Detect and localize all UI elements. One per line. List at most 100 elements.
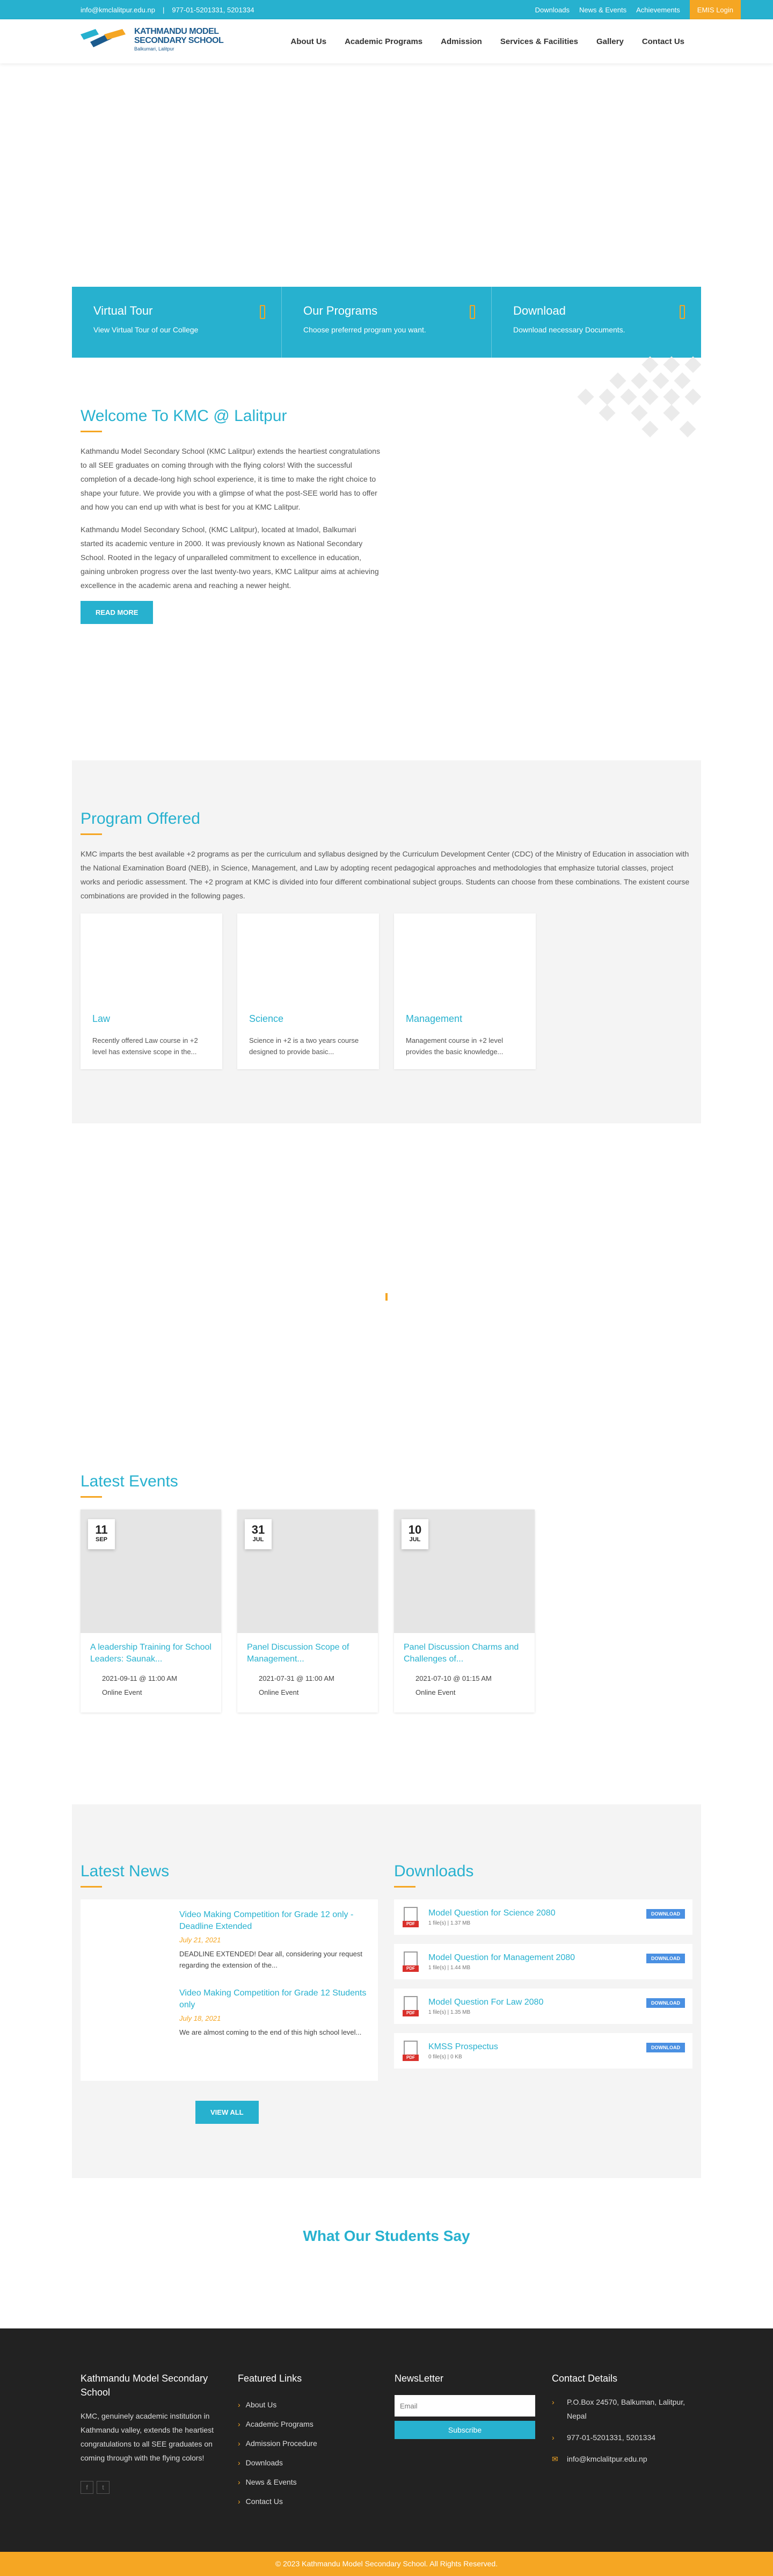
download-item: PDF Model Question for Management 2080 1… [394, 1944, 692, 1979]
feature-download[interactable]: Download Download necessary Documents. [492, 287, 701, 358]
programs-icon [470, 305, 475, 319]
programs-section: Program Offered KMC imparts the best ava… [72, 760, 701, 1123]
feature-text: Download necessary Documents. [513, 325, 625, 334]
welcome-section: Welcome To KMC @ Lalitpur Kathmandu Mode… [81, 407, 381, 624]
news-item[interactable]: Video Making Competition for Grade 12 St… [81, 1987, 378, 2066]
title-underline [394, 1886, 415, 1888]
pdf-icon: PDF [403, 1907, 419, 1927]
news-item-text: We are almost coming to the end of this … [179, 2028, 362, 2036]
event-image: 31 JUL [237, 1510, 378, 1633]
nav-admission[interactable]: Admission [441, 37, 482, 46]
download-button[interactable]: DOWNLOAD [646, 1954, 685, 1963]
event-card[interactable]: 10 JUL Panel Discussion Charms and Chall… [394, 1510, 535, 1713]
download-button[interactable]: DOWNLOAD [646, 2043, 685, 2052]
twitter-icon[interactable]: t [97, 2481, 110, 2494]
program-card-law[interactable]: Law Recently offered Law course in +2 le… [81, 913, 222, 1069]
event-location: Online Event [415, 1688, 456, 1696]
download-meta: 1 file(s) | 1.44 MB [428, 1964, 471, 1971]
phone-text[interactable]: 977-01-5201331, 5201334 [567, 2430, 655, 2444]
subscribe-button[interactable]: Subscribe [395, 2421, 535, 2439]
footer-link-contact-us[interactable]: Contact Us [238, 2492, 372, 2511]
top-phone[interactable]: 977-01-5201331, 5201334 [172, 6, 254, 14]
download-item: PDF KMSS Prospectus 0 file(s) | 0 KB DOW… [394, 2033, 692, 2069]
event-location: Online Event [102, 1688, 142, 1696]
news-item-title[interactable]: Video Making Competition for Grade 12 on… [179, 1909, 368, 1933]
news-downloads-section: Latest News Video Making Competition for… [72, 1804, 701, 2178]
footer-link-about-us[interactable]: About Us [238, 2395, 372, 2414]
footer-link-academic-programs[interactable]: Academic Programs [238, 2414, 372, 2434]
decorative-pattern [483, 353, 702, 439]
event-card[interactable]: 31 JUL Panel Discussion Scope of Managem… [237, 1510, 378, 1713]
phone-icon: › [552, 2433, 555, 2442]
nav-about-us[interactable]: About Us [290, 37, 326, 46]
email-text[interactable]: info@kmclalitpur.edu.np [567, 2452, 647, 2466]
nav-contact-us[interactable]: Contact Us [642, 37, 684, 46]
nav-services-facilities[interactable]: Services & Facilities [500, 37, 578, 46]
program-card-management[interactable]: Management Management course in +2 level… [394, 913, 536, 1069]
download-button[interactable]: DOWNLOAD [646, 1998, 685, 2008]
top-link-news-events[interactable]: News & Events [579, 6, 626, 14]
top-link-achievements[interactable]: Achievements [636, 6, 680, 14]
mail-icon: ✉ [552, 2455, 558, 2463]
contact-email: ✉ info@kmclalitpur.edu.np [552, 2452, 686, 2466]
top-link-downloads[interactable]: Downloads [535, 6, 570, 14]
download-title[interactable]: Model Question for Science 2080 [428, 1909, 556, 1918]
news-item-title[interactable]: Video Making Competition for Grade 12 St… [179, 1987, 368, 2011]
events-section: Latest Events 11 SEP A leadership Traini… [81, 1472, 535, 1713]
event-title[interactable]: Panel Discussion Scope of Management... [247, 1642, 368, 1665]
feature-our-programs[interactable]: Our Programs Choose preferred program yo… [282, 287, 492, 358]
event-card[interactable]: 11 SEP A leadership Training for School … [81, 1510, 221, 1713]
nav-academic-programs[interactable]: Academic Programs [345, 37, 422, 46]
event-month: JUL [409, 1536, 421, 1543]
program-title: Management [406, 1013, 463, 1024]
news-item-date: July 21, 2021 [179, 1936, 221, 1944]
site-footer: Kathmandu Model Secondary School KMC, ge… [0, 2328, 773, 2552]
footer-links: Featured Links About Us Academic Program… [238, 2371, 372, 2511]
event-day: 11 [95, 1523, 108, 1536]
contact-address: › P.O.Box 24570, Balkuman, Lalitpur, Nepa… [552, 2395, 686, 2423]
read-more-button[interactable]: READ MORE [81, 601, 154, 624]
welcome-paragraph-1: Kathmandu Model Secondary School (KMC La… [81, 447, 380, 511]
footer-contact: Contact Details › P.O.Box 24570, Balkuman… [552, 2371, 686, 2473]
feature-title: Virtual Tour [93, 304, 153, 317]
download-title[interactable]: Model Question for Management 2080 [428, 1953, 575, 1963]
logo-mark-icon [81, 27, 130, 52]
footer-newsletter: NewsLetter Subscribe [395, 2371, 535, 2439]
event-month: JUL [252, 1536, 264, 1543]
download-title[interactable]: KMSS Prospectus [428, 2042, 498, 2052]
event-datetime: 2021-07-31 @ 11:00 AM [259, 1674, 334, 1682]
latest-news: Latest News Video Making Competition for… [81, 1862, 378, 2081]
footer-link-admission-procedure[interactable]: Admission Procedure [238, 2434, 372, 2453]
top-email[interactable]: info@kmclalitpur.edu.np [81, 6, 155, 14]
facebook-icon[interactable]: f [81, 2481, 93, 2494]
download-icon [680, 305, 685, 319]
testimonials-title: What Our Students Say [303, 2227, 470, 2244]
top-links: Downloads News & Events Achievements EMI… [535, 0, 741, 19]
view-all-button[interactable]: VIEW ALL [195, 2101, 259, 2124]
feature-virtual-tour[interactable]: Virtual Tour View Virtual Tour of our Co… [72, 287, 282, 358]
emis-login-button[interactable]: EMIS Login [689, 0, 741, 19]
footer-link-news-events[interactable]: News & Events [238, 2472, 372, 2492]
title-underline [81, 833, 102, 835]
event-month: SEP [95, 1536, 107, 1543]
feature-text: Choose preferred program you want. [303, 325, 426, 334]
news-item[interactable]: Video Making Competition for Grade 12 on… [81, 1909, 378, 1987]
title-underline [81, 1496, 102, 1498]
download-button[interactable]: DOWNLOAD [646, 1909, 685, 1919]
download-title[interactable]: Model Question For Law 2080 [428, 1998, 543, 2007]
event-location: Online Event [259, 1688, 299, 1696]
newsletter-email-input[interactable] [395, 2395, 535, 2417]
program-card-science[interactable]: Science Science in +2 is a two years cou… [237, 913, 379, 1069]
footer-link-downloads[interactable]: Downloads [238, 2453, 372, 2472]
event-title[interactable]: A leadership Training for School Leaders… [90, 1642, 212, 1665]
download-meta: 1 file(s) | 1.35 MB [428, 2009, 471, 2015]
footer-about-text: KMC, genuinely academic institution in K… [81, 2412, 214, 2462]
nav-gallery[interactable]: Gallery [596, 37, 624, 46]
event-title[interactable]: Panel Discussion Charms and Challenges o… [404, 1642, 525, 1665]
news-thumbnail [90, 1909, 171, 1976]
location-icon: › [552, 2398, 555, 2406]
separator: | [162, 5, 165, 14]
school-logo[interactable]: KATHMANDU MODEL SECONDARY SCHOOL Balkuma… [81, 27, 224, 52]
feature-title: Download [513, 304, 566, 317]
pdf-icon: PDF [403, 1951, 419, 1972]
